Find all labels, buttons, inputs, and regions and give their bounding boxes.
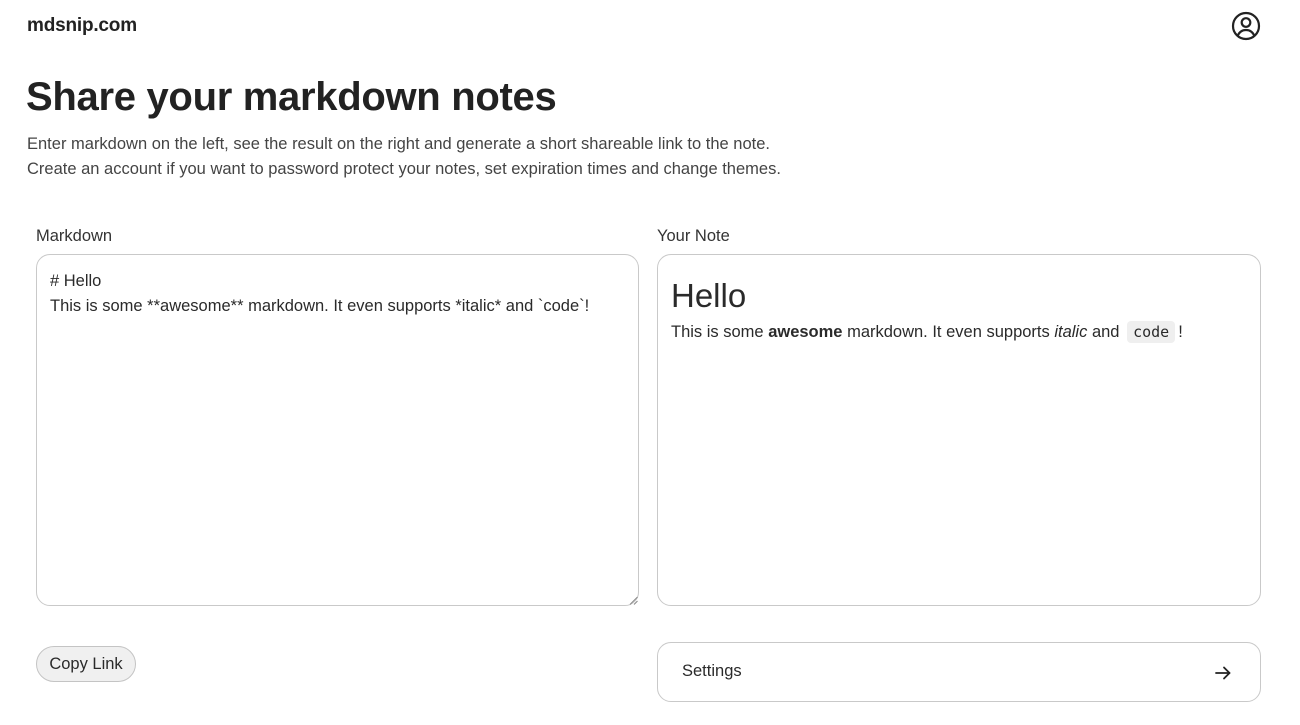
copy-link-button[interactable]: Copy Link [36,646,136,682]
settings-button[interactable]: Settings [657,642,1261,702]
preview-text: ! [1178,323,1183,341]
editor-line: This is some **awesome** markdown. It ev… [50,297,590,315]
intro-line-2: Create an account if you want to passwor… [27,159,781,178]
markdown-label: Markdown [36,227,113,245]
editor-line: # Hello [50,272,102,290]
preview-bold-text: awesome [768,323,843,341]
markdown-editor[interactable]: # Hello This is some **awesome** markdow… [36,254,639,606]
preview-inline-code: code [1127,321,1176,343]
arrow-right-icon [1215,666,1231,680]
site-logo[interactable]: mdsnip.com [27,15,137,37]
preview-text: and [1087,323,1125,341]
page-title: Share your markdown notes [26,75,557,119]
preview-text: This is some [671,323,769,341]
intro-description: Enter markdown on the left, see the resu… [27,132,781,181]
preview-paragraph: This is some awesome markdown. It even s… [671,321,1183,343]
note-preview-label: Your Note [657,227,730,245]
note-preview: Hello This is some awesome markdown. It … [657,254,1261,606]
settings-label: Settings [682,662,742,680]
preview-text: markdown. It even supports [842,323,1055,341]
intro-line-1: Enter markdown on the left, see the resu… [27,135,770,153]
preview-heading: Hello [671,277,747,314]
user-account-icon[interactable] [1231,11,1261,41]
resize-handle-icon[interactable] [629,596,638,605]
user-circle-icon [1231,11,1261,41]
top-bar: mdsnip.com [0,0,1300,54]
preview-italic-text: italic [1054,323,1088,341]
